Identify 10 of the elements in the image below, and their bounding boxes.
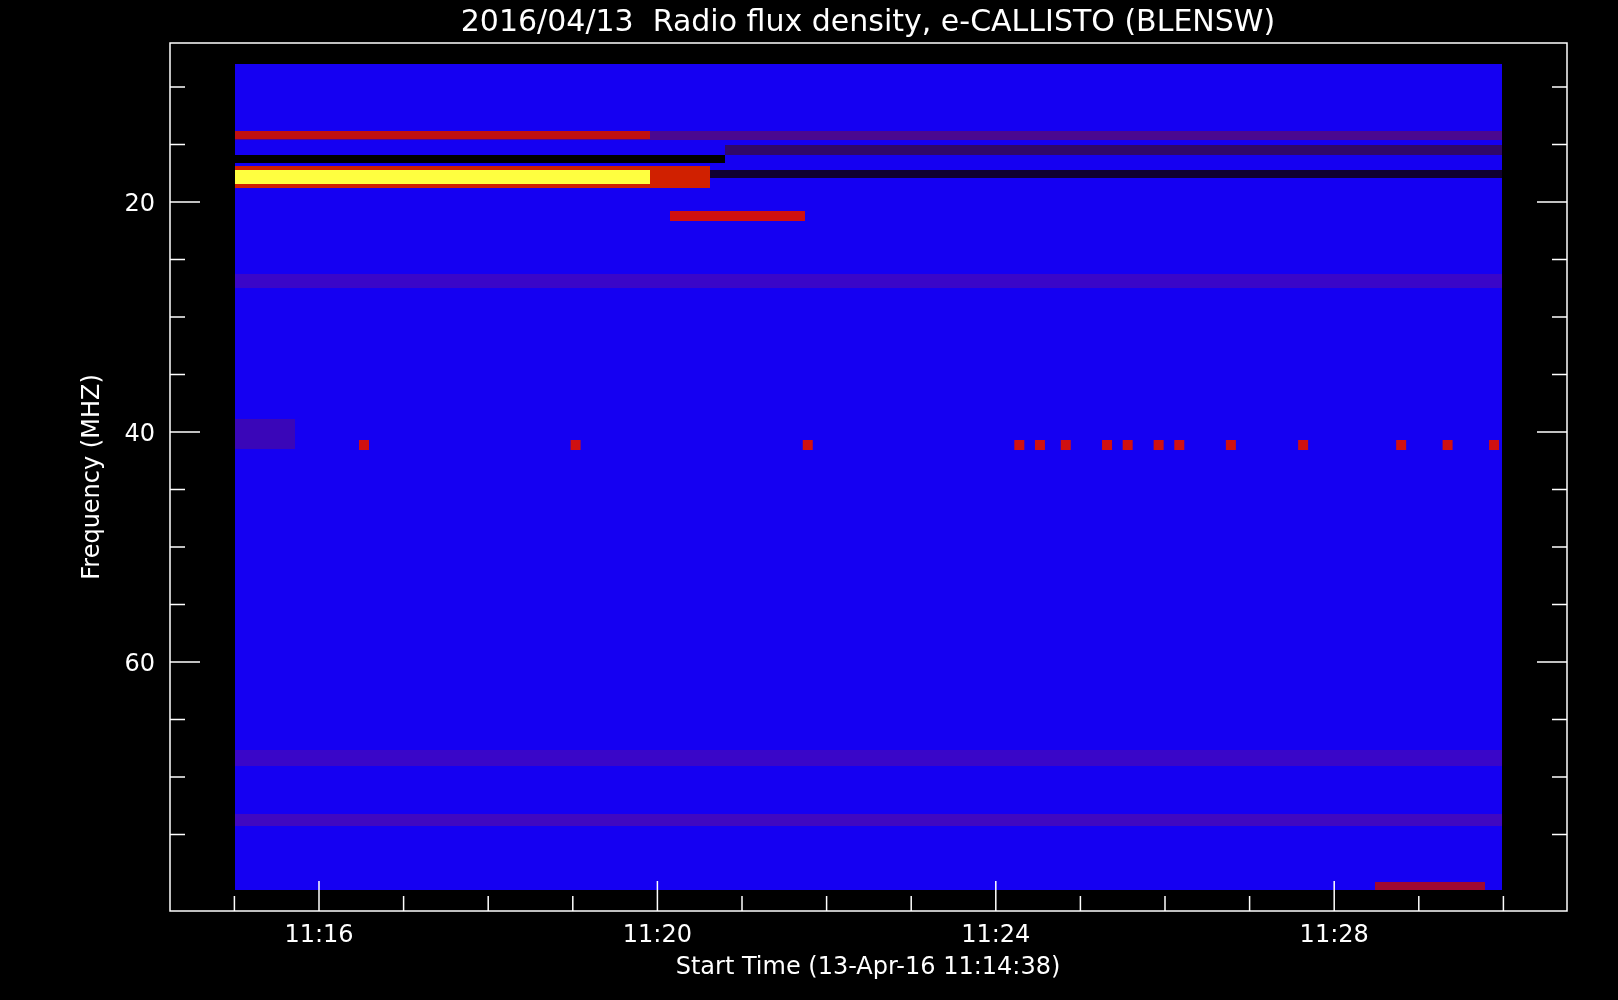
axis-label: Start Time (13-Apr-16 11:14:38) [675, 952, 1061, 980]
tick-label: 11:20 [622, 920, 692, 948]
tick-label: 20 [124, 189, 155, 217]
chart-title: 2016/04/13 Radio flux density, e-CALLISTO (BLENSW) [460, 3, 1276, 38]
tick-label: 11:28 [1299, 920, 1369, 948]
tick-label: 11:16 [284, 920, 354, 948]
axis-label: Frequency (MHZ) [77, 374, 105, 580]
tick-label: 40 [124, 419, 155, 447]
tick-label: 60 [124, 649, 155, 677]
tick-label: 11:24 [961, 920, 1031, 948]
